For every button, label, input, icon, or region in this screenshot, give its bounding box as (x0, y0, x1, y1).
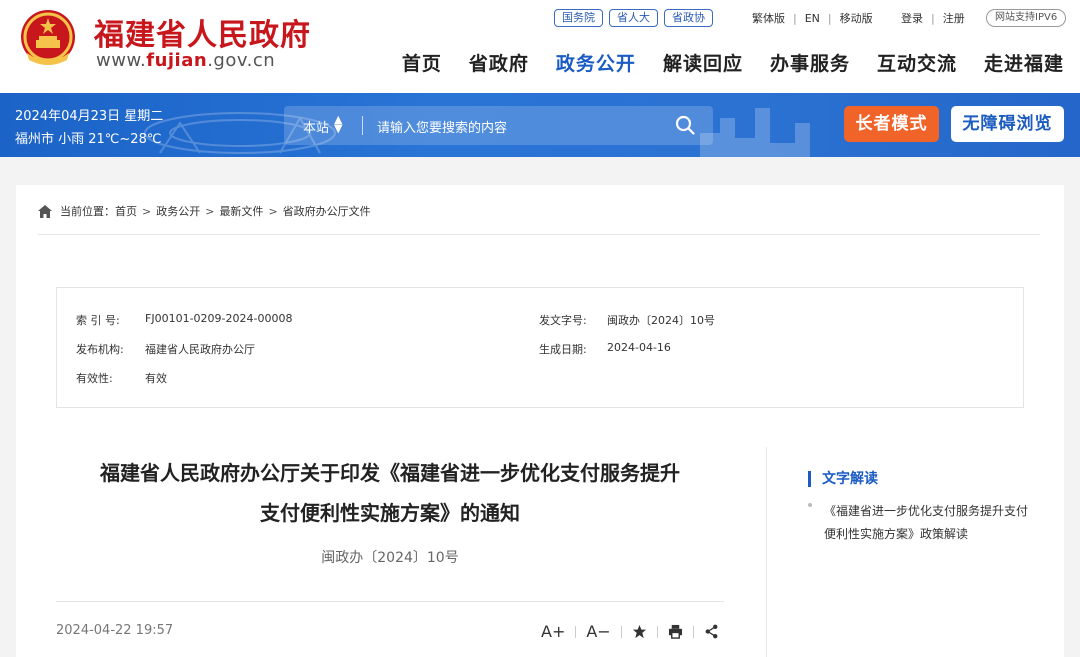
link-provincial-congress[interactable]: 省人大 (609, 9, 658, 27)
issuer-value: 福建省人民政府办公厅 (145, 343, 255, 356)
breadcrumb-latest-files[interactable]: 最新文件 (219, 203, 263, 219)
index-no-label: 索 引 号: (76, 314, 120, 327)
link-state-council[interactable]: 国务院 (554, 9, 603, 27)
share-icon[interactable] (704, 624, 719, 639)
national-emblem-icon[interactable] (17, 8, 79, 70)
login-link[interactable]: 登录 (901, 10, 923, 26)
article-doc-no: 闽政办〔2024〕10号 (321, 550, 459, 566)
skyline-decoration (700, 108, 810, 157)
search-input[interactable]: 请输入您要搜索的内容 (377, 117, 507, 136)
search-scope-select[interactable]: 本站 (303, 117, 329, 136)
external-links: 国务院 省人大 省政协 (554, 9, 713, 27)
breadcrumb-open-affairs[interactable]: 政务公开 (156, 203, 200, 219)
nav-services[interactable]: 办事服务 (770, 49, 850, 76)
policy-interpretation-link[interactable]: 《福建省进一步优化支付服务提升支付便利性实施方案》政策解读 (824, 500, 1034, 546)
content-panel: 当前位置： 首页 > 政务公开 > 最新文件 > 省政府办公厅文件 索 引 号:… (16, 185, 1064, 657)
issuer-label: 发布机构: (76, 343, 124, 356)
ipv6-badge: 网站支持IPV6 (986, 9, 1067, 27)
main-nav: 首页 省政府 政务公开 解读回应 办事服务 互动交流 走进福建 (402, 49, 1064, 76)
doc-no-label: 发文字号: (539, 314, 587, 327)
star-icon[interactable] (632, 624, 647, 639)
font-increase-button[interactable]: A+ (541, 622, 565, 641)
index-no-value: FJ00101-0209-2024-00008 (145, 312, 293, 325)
article-tools: A+ A− (541, 622, 719, 641)
elder-mode-button[interactable]: 长者模式 (844, 106, 939, 142)
weather: 福州市 小雨 21℃~28℃ (15, 132, 162, 147)
date-label: 生成日期: (539, 343, 587, 356)
nav-interpretation[interactable]: 解读回应 (663, 49, 743, 76)
nav-about-fujian[interactable]: 走进福建 (984, 49, 1064, 76)
breadcrumb-home[interactable]: 首页 (115, 203, 137, 219)
search-icon[interactable] (675, 115, 695, 135)
validity-value: 有效 (145, 372, 167, 385)
date-value: 2024-04-16 (607, 341, 671, 354)
doc-no-value: 闽政办〔2024〕10号 (607, 314, 715, 327)
search-box[interactable]: 本站 ▲ ▼ 请输入您要搜索的内容 (284, 106, 713, 145)
search-band: 2024年04月23日 星期二 福州市 小雨 21℃~28℃ 本站 ▲ ▼ 请输入… (0, 93, 1080, 157)
publish-time: 2024-04-22 19:57 (56, 623, 174, 638)
english-link[interactable]: EN (805, 12, 820, 25)
nav-open-affairs[interactable]: 政务公开 (556, 49, 636, 76)
link-cppcc[interactable]: 省政协 (664, 9, 713, 27)
current-date: 2024年04月23日 星期二 (15, 109, 164, 124)
mobile-link[interactable]: 移动版 (840, 10, 873, 26)
home-icon (38, 204, 52, 218)
nav-home[interactable]: 首页 (402, 49, 442, 76)
site-url: www.fujian.gov.cn (96, 50, 276, 71)
register-link[interactable]: 注册 (943, 10, 965, 26)
version-links: 繁体版 | EN | 移动版 (752, 10, 873, 26)
breadcrumb: 当前位置： 首页 > 政务公开 > 最新文件 > 省政府办公厅文件 (38, 203, 371, 219)
document-metadata: 索 引 号: FJ00101-0209-2024-00008 发文字号: 闽政办… (56, 287, 1024, 408)
accessibility-button[interactable]: 无障碍浏览 (951, 106, 1064, 142)
nav-interaction[interactable]: 互动交流 (877, 49, 957, 76)
site-name[interactable]: 福建省人民政府 (94, 10, 311, 54)
article-title: 福建省人民政府办公厅关于印发《福建省进一步优化支付服务提升 支付便利性实施方案》… (100, 461, 680, 525)
sort-caret-icon[interactable]: ▲ ▼ (334, 114, 342, 134)
print-icon[interactable] (668, 624, 683, 639)
breadcrumb-office-files[interactable]: 省政府办公厅文件 (283, 203, 371, 219)
sidebar-title: 文字解读 (808, 471, 878, 487)
nav-government[interactable]: 省政府 (469, 49, 529, 76)
font-decrease-button[interactable]: A− (586, 622, 610, 641)
validity-label: 有效性: (76, 372, 113, 385)
breadcrumb-label: 当前位置： (60, 205, 115, 218)
account-links: 登录 | 注册 (901, 10, 965, 26)
site-header: 福建省人民政府 www.fujian.gov.cn 国务院 省人大 省政协 繁体… (0, 0, 1080, 93)
traditional-link[interactable]: 繁体版 (752, 10, 785, 26)
